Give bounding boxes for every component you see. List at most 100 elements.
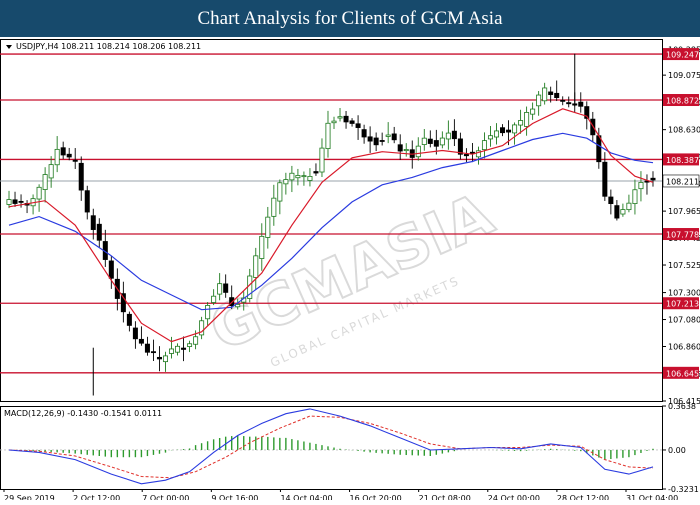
- x-tick-label: 9 Oct 16:00: [211, 494, 258, 500]
- candle-body: [506, 129, 512, 133]
- level-label-1: 108.872: [666, 97, 699, 106]
- candle-body: [181, 347, 187, 350]
- candle-body: [614, 205, 620, 219]
- candle: [487, 125, 493, 147]
- candle-body: [638, 182, 644, 190]
- candle-body: [548, 91, 554, 95]
- candle-body: [632, 189, 638, 204]
- candle-body: [12, 199, 18, 204]
- candle: [199, 316, 205, 340]
- candle-body: [205, 305, 211, 320]
- level-label-5: 106.645: [666, 369, 699, 378]
- candle: [500, 124, 506, 137]
- candle: [211, 289, 217, 306]
- candle: [132, 321, 138, 349]
- candle: [481, 132, 487, 159]
- candle-body: [487, 135, 493, 140]
- candle-body: [349, 120, 355, 124]
- candle-body: [175, 345, 181, 353]
- candle: [84, 185, 90, 220]
- y-tick-label: 107.080: [668, 316, 700, 325]
- candle: [451, 119, 457, 147]
- candle-body: [554, 92, 560, 99]
- candle-body: [361, 129, 367, 138]
- candle-body: [60, 147, 66, 156]
- candle: [626, 194, 632, 213]
- candle: [524, 106, 530, 136]
- symbol-dropdown-icon: [6, 45, 12, 49]
- candle: [367, 126, 373, 153]
- candle: [295, 168, 301, 186]
- candle-body: [385, 134, 391, 137]
- candle: [259, 223, 265, 271]
- candle: [518, 109, 524, 134]
- candle-body: [90, 215, 96, 230]
- candle: [638, 171, 644, 202]
- candle: [301, 171, 307, 186]
- candle: [325, 110, 331, 158]
- candle-body: [162, 355, 168, 363]
- candle-body: [48, 164, 54, 179]
- candle-body: [445, 132, 451, 140]
- x-tick-label: 31 Oct 04:00: [626, 494, 678, 500]
- candle: [421, 129, 427, 151]
- candle-body: [54, 148, 60, 166]
- candle-body: [108, 260, 114, 279]
- watermark: GCMASIAGLOBAL CAPITAL MARKETS: [199, 179, 504, 370]
- candle: [343, 111, 349, 129]
- candle-body: [566, 102, 572, 105]
- candle: [18, 194, 24, 208]
- candle-body: [36, 186, 42, 200]
- candle: [30, 194, 36, 215]
- candle-body: [319, 147, 325, 173]
- candle-body: [379, 140, 385, 142]
- candle-body: [331, 120, 337, 124]
- candle: [397, 134, 403, 160]
- candle: [494, 123, 500, 145]
- chart-area: GCMASIAGLOBAL CAPITAL MARKETS109.285109.…: [0, 37, 700, 503]
- candle-body: [72, 159, 78, 162]
- candle: [96, 218, 102, 248]
- candle: [620, 203, 626, 217]
- x-tick-label: 14 Oct 04:00: [280, 494, 332, 500]
- candle: [307, 168, 313, 187]
- candle: [150, 339, 156, 361]
- x-tick-label: 2 Oct 12:00: [73, 494, 120, 500]
- candle: [271, 184, 277, 226]
- candle-body: [6, 199, 12, 205]
- candle-body: [518, 120, 524, 126]
- candle: [175, 343, 181, 356]
- macd-label: MACD(12,26,9) -0.1430 -0.1541 0.0111: [4, 409, 162, 418]
- macd-plot-frame: [0, 406, 663, 490]
- candle-body: [211, 295, 217, 303]
- level-label-3: 107.778: [666, 231, 699, 240]
- candle-body: [307, 175, 313, 181]
- candle-body: [84, 190, 90, 213]
- y-tick-label: 107.965: [668, 207, 700, 216]
- candle-body: [253, 255, 259, 278]
- macd-signal-line: [8, 415, 654, 479]
- candle: [313, 163, 319, 176]
- candle-body: [530, 108, 536, 115]
- candle: [162, 351, 168, 372]
- candle-body: [427, 138, 433, 144]
- candle-body: [193, 336, 199, 345]
- candle-body: [367, 136, 373, 142]
- candle-body: [626, 202, 632, 211]
- candle-body: [373, 137, 379, 146]
- level-label-2: 108.387: [666, 156, 699, 165]
- candle: [289, 165, 295, 193]
- candle: [439, 131, 445, 149]
- candle-body: [217, 283, 223, 295]
- candle-body: [295, 175, 301, 179]
- candle-body: [265, 216, 271, 238]
- y-tick-label: 108.630: [668, 126, 700, 135]
- candle: [427, 130, 433, 148]
- watermark-text: GCMASIA: [200, 180, 503, 365]
- candle-body: [391, 133, 397, 141]
- candle: [156, 346, 162, 372]
- candle-body: [433, 140, 439, 147]
- candle-body: [289, 172, 295, 181]
- macd-main-line: [8, 408, 654, 485]
- candle: [578, 92, 584, 113]
